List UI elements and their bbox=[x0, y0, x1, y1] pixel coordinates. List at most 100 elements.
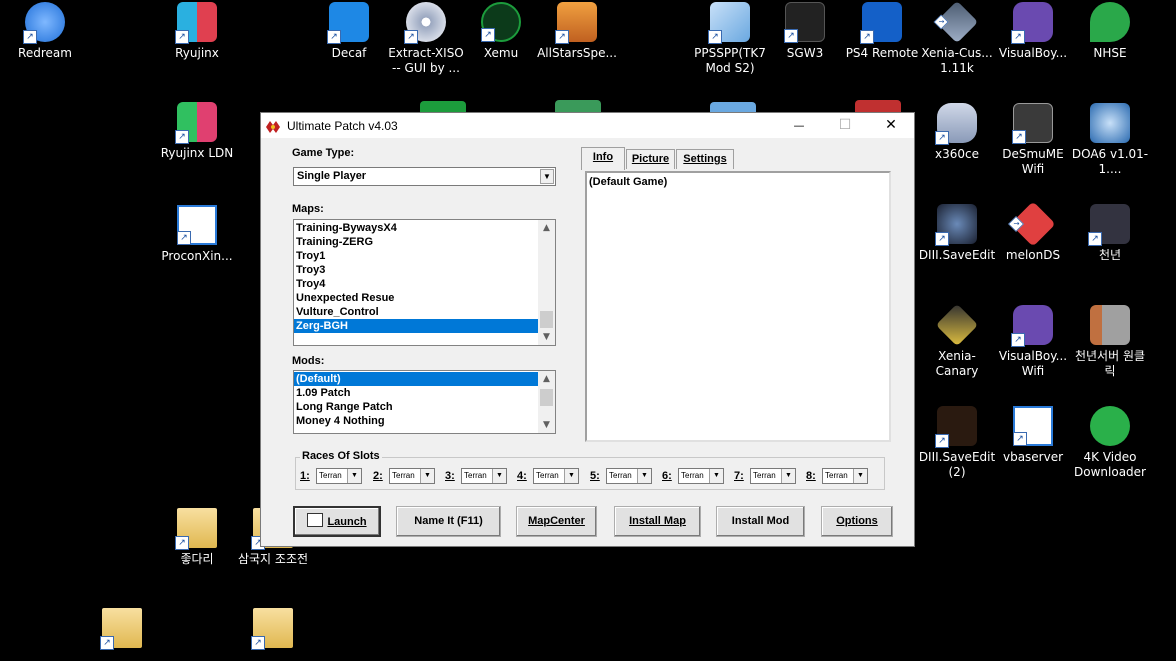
desktop-icon-visualboy[interactable]: ↗ VisualBoy... bbox=[993, 2, 1073, 61]
maps-label: Maps: bbox=[292, 203, 324, 215]
race-select[interactable]: Terran ▼ bbox=[750, 468, 796, 484]
scroll-up-icon[interactable]: ▲ bbox=[538, 371, 555, 387]
list-item-selected[interactable]: Zerg-BGH bbox=[294, 319, 538, 333]
desktop-icon-extract-xiso[interactable]: ↗ Extract-XISO -- GUI by ... bbox=[386, 2, 466, 76]
tab-settings[interactable]: Settings bbox=[676, 149, 734, 169]
shortcut-arrow-icon: ↗ bbox=[251, 636, 265, 650]
list-item[interactable]: Troy1 bbox=[294, 249, 555, 263]
slot-number: 8: bbox=[806, 470, 816, 482]
race-select[interactable]: Terran ▼ bbox=[533, 468, 579, 484]
desktop-icon-melonds[interactable]: ↗ melonDS bbox=[993, 201, 1073, 263]
chevron-down-icon[interactable]: ▼ bbox=[853, 469, 867, 483]
desktop-icon-x360ce[interactable]: ↗ x360ce bbox=[917, 103, 997, 162]
minimize-button[interactable]: — bbox=[776, 113, 822, 138]
race-value: Terran bbox=[825, 471, 848, 480]
options-button[interactable]: Options bbox=[821, 506, 893, 537]
shortcut-arrow-icon: ↗ bbox=[1011, 333, 1025, 347]
list-item[interactable]: Troy3 bbox=[294, 263, 555, 277]
desktop-icon-label: 천년 bbox=[1098, 248, 1122, 262]
shortcut-arrow-icon: ↗ bbox=[1011, 30, 1025, 44]
slot-number: 1: bbox=[300, 470, 310, 482]
allstars-icon: ↗ bbox=[555, 2, 597, 44]
launch-button[interactable]: Launch bbox=[293, 506, 381, 537]
chevron-down-icon[interactable]: ▼ bbox=[781, 469, 795, 483]
chevron-down-icon[interactable]: ▼ bbox=[420, 469, 434, 483]
desktop-icon-doa6[interactable]: DOA6 v1.01-1.... bbox=[1070, 103, 1150, 177]
list-item[interactable]: Unexpected Resue bbox=[294, 291, 555, 305]
list-item[interactable]: Training-BywaysX4 bbox=[294, 221, 555, 235]
race-select[interactable]: Terran ▼ bbox=[316, 468, 362, 484]
scroll-down-icon[interactable]: ▼ bbox=[538, 329, 555, 345]
scroll-thumb[interactable] bbox=[540, 311, 553, 328]
race-select[interactable]: Terran ▼ bbox=[461, 468, 507, 484]
maximize-button[interactable]: ☐ bbox=[822, 113, 868, 138]
chevron-down-icon[interactable]: ▼ bbox=[709, 469, 723, 483]
name-it-button[interactable]: Name It (F11) bbox=[396, 506, 501, 537]
desktop-icon-ppsspp[interactable]: ↗ PPSSPP(TK7 Mod S2) bbox=[690, 2, 770, 76]
desktop-icon-visualboy-wifi[interactable]: ↗ VisualBoy... Wifi bbox=[993, 305, 1073, 379]
install-map-button[interactable]: Install Map bbox=[614, 506, 701, 537]
list-item[interactable]: Training-ZERG bbox=[294, 235, 555, 249]
race-select[interactable]: Terran ▼ bbox=[606, 468, 652, 484]
list-item[interactable]: 1.09 Patch bbox=[294, 386, 555, 400]
chevron-down-icon[interactable]: ▼ bbox=[492, 469, 506, 483]
desktop-icon-ryujinx[interactable]: ↗ Ryujinx bbox=[157, 2, 237, 61]
list-item-selected[interactable]: (Default) bbox=[294, 372, 538, 386]
desmume-icon: ↗ bbox=[1012, 103, 1053, 144]
chevron-down-icon[interactable]: ▼ bbox=[347, 469, 361, 483]
desktop-icon-diii-saveedit-2[interactable]: ↗ DIII.SaveEdit (2) bbox=[917, 406, 997, 480]
desktop-icon-label: Ryujinx LDN bbox=[160, 146, 234, 160]
race-select[interactable]: Terran ▼ bbox=[678, 468, 724, 484]
shortcut-arrow-icon: ↗ bbox=[175, 536, 189, 550]
chevron-down-icon[interactable]: ▼ bbox=[564, 469, 578, 483]
race-select[interactable]: Terran ▼ bbox=[822, 468, 868, 484]
list-item[interactable]: Vulture_Control bbox=[294, 305, 555, 319]
launch-label: Launch bbox=[327, 516, 367, 528]
desktop-icon-folder-3[interactable]: ↗ bbox=[82, 608, 162, 652]
close-button[interactable]: ✕ bbox=[868, 113, 914, 138]
info-panel[interactable]: (Default Game) bbox=[585, 171, 891, 442]
list-item[interactable]: Troy4 bbox=[294, 277, 555, 291]
desktop-icon-folder-1[interactable]: ↗ 좋다리 bbox=[157, 508, 237, 567]
chevron-down-icon[interactable]: ▼ bbox=[637, 469, 651, 483]
desktop-icon-nhse[interactable]: NHSE bbox=[1070, 2, 1150, 61]
desktop-icon-sgw3[interactable]: ↗ SGW3 bbox=[765, 2, 845, 61]
desktop-icon-decaf[interactable]: ↗ Decaf bbox=[309, 2, 389, 61]
desktop-icon-4k-video-downloader[interactable]: 4K Video Downloader bbox=[1070, 406, 1150, 480]
mods-scrollbar[interactable]: ▲ ▼ bbox=[538, 371, 555, 433]
desktop-icon-allstars[interactable]: ↗ AllStarsSpe... bbox=[537, 2, 617, 61]
shortcut-arrow-icon: ↗ bbox=[327, 30, 341, 44]
desktop-icon-diii-saveedit[interactable]: ↗ DIII.SaveEdit bbox=[917, 204, 997, 263]
install-mod-button[interactable]: Install Mod bbox=[716, 506, 805, 537]
desktop-icon-label: DOA6 v1.01-1.... bbox=[1071, 147, 1149, 176]
tab-picture[interactable]: Picture bbox=[626, 149, 675, 169]
list-item[interactable]: Long Range Patch bbox=[294, 400, 555, 414]
game-type-select[interactable]: Single Player ▼ bbox=[293, 167, 556, 186]
desktop-icon-folder-4[interactable]: ↗ bbox=[233, 608, 313, 652]
mods-list[interactable]: (Default) 1.09 Patch Long Range Patch Mo… bbox=[293, 370, 556, 434]
desktop-icon-xenia-custom[interactable]: ↗ Xenia-Cus... 1.11k bbox=[917, 0, 997, 76]
desktop-icon-redream[interactable]: ↗ Redream bbox=[5, 2, 85, 61]
maps-scrollbar[interactable]: ▲ ▼ bbox=[538, 220, 555, 345]
desktop-icon-cheonnyeon-server[interactable]: 천년서버 원클릭 bbox=[1070, 305, 1150, 379]
desktop-icon-ryujinx-ldn[interactable]: ↗ Ryujinx LDN bbox=[157, 102, 237, 161]
desktop-icon-vbaserver[interactable]: ↗ vbaserver bbox=[993, 406, 1073, 465]
desktop-icon-xenia-canary[interactable]: Xenia-Canary bbox=[917, 303, 997, 379]
tab-info[interactable]: Info bbox=[581, 147, 625, 170]
desktop-icon-proconxin[interactable]: ↗ ProconXin... bbox=[157, 205, 237, 264]
list-item[interactable]: Money 4 Nothing bbox=[294, 414, 555, 428]
scroll-thumb[interactable] bbox=[540, 389, 553, 406]
title-bar[interactable]: Ultimate Patch v4.03 — ☐ ✕ bbox=[261, 113, 914, 138]
scroll-down-icon[interactable]: ▼ bbox=[538, 417, 555, 433]
race-select[interactable]: Terran ▼ bbox=[389, 468, 435, 484]
mapcenter-button[interactable]: MapCenter bbox=[516, 506, 597, 537]
desktop-icon-cheonnyeon[interactable]: ↗ 천년 bbox=[1070, 204, 1150, 263]
chevron-down-icon[interactable]: ▼ bbox=[540, 169, 554, 184]
install-mod-label: Install Mod bbox=[731, 515, 790, 527]
scroll-up-icon[interactable]: ▲ bbox=[538, 220, 555, 236]
melonds-icon: ↗ bbox=[1008, 201, 1056, 247]
desktop-icon-desmume[interactable]: ↗ DeSmuME Wifi bbox=[993, 103, 1073, 177]
maps-list[interactable]: Training-BywaysX4 Training-ZERG Troy1 Tr… bbox=[293, 219, 556, 346]
desktop-icon-xemu[interactable]: ↗ Xemu bbox=[461, 2, 541, 61]
desktop-icon-ps4-remote[interactable]: ↗ PS4 Remote bbox=[842, 2, 922, 61]
